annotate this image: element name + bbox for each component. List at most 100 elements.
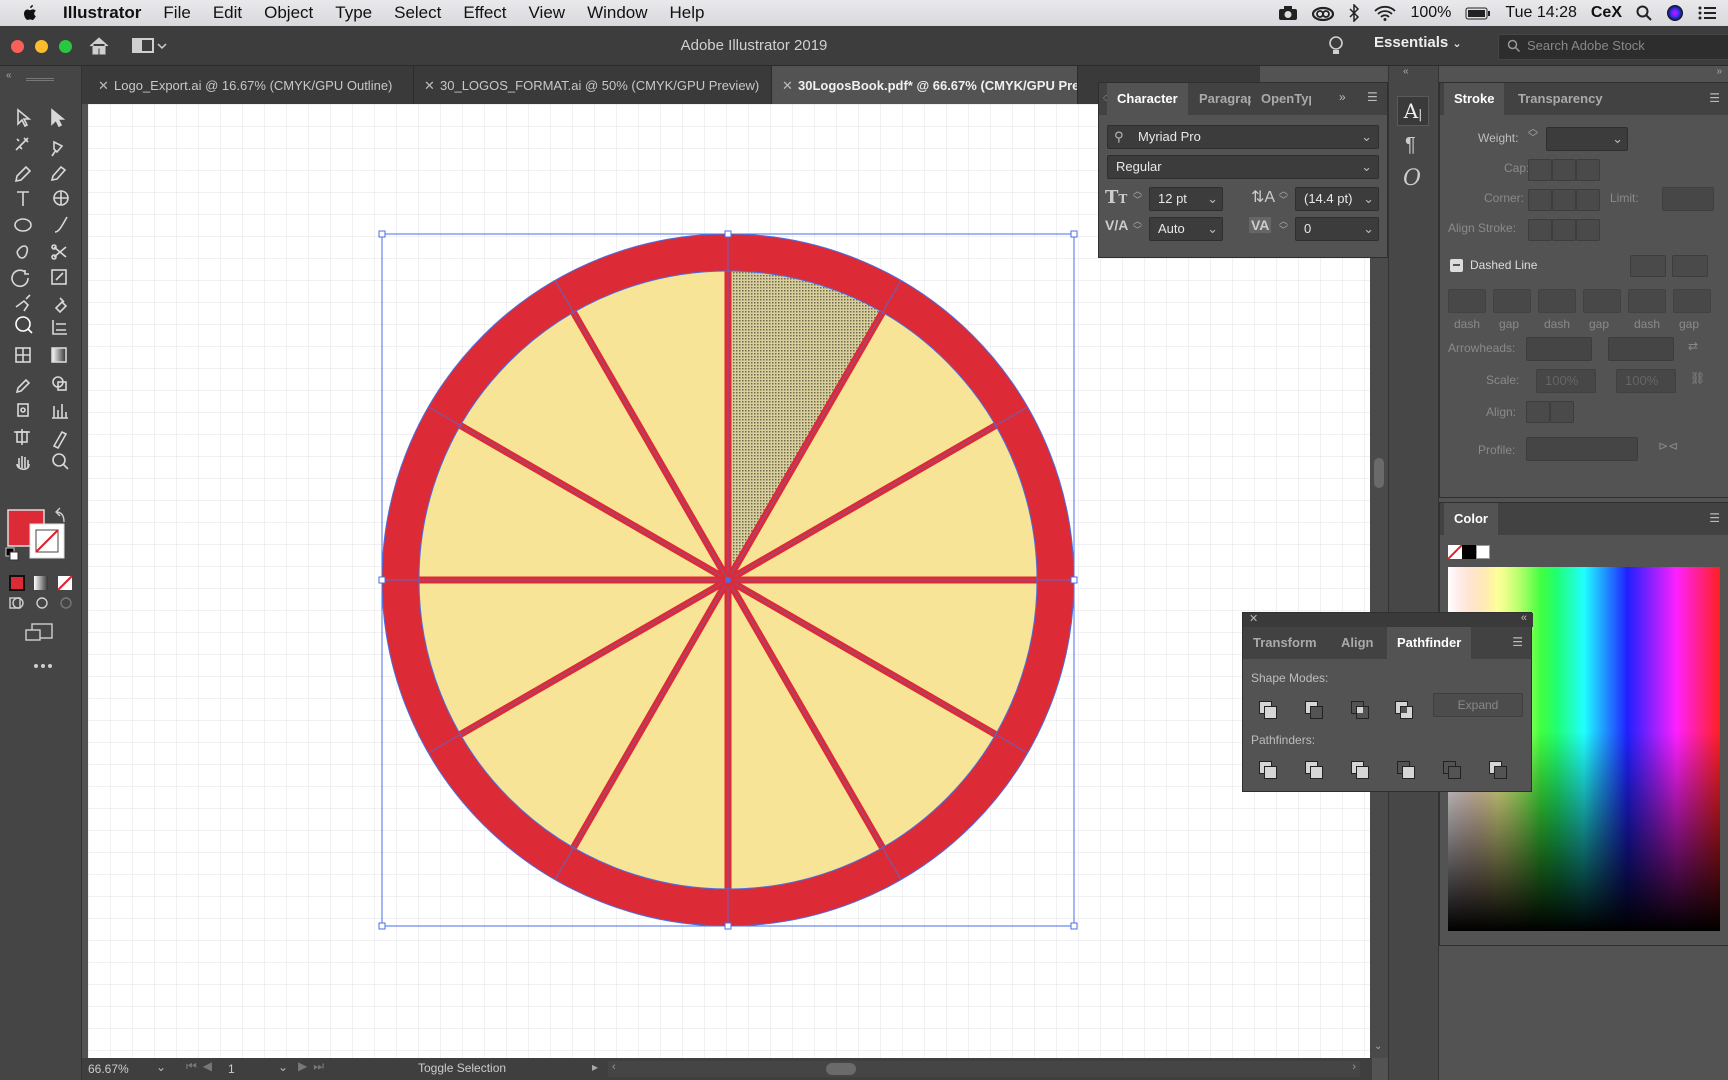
scroll-down-icon[interactable]: ⌄ [1374,1041,1382,1052]
arrow-tip-place-button[interactable] [1550,401,1574,423]
profile-select[interactable] [1526,437,1638,461]
butt-cap-button[interactable] [1528,159,1552,181]
battery-icon[interactable] [1465,7,1491,20]
dashed-line-checkbox[interactable] [1450,259,1463,272]
menu-window[interactable]: Window [576,3,658,23]
minus-back-button[interactable] [1487,759,1507,779]
unite-button[interactable] [1257,699,1277,719]
opentype-panel-icon[interactable]: O [1403,166,1421,191]
menu-edit[interactable]: Edit [202,3,253,23]
round-join-button[interactable] [1552,189,1576,211]
scroll-thumb[interactable] [1374,458,1384,488]
bounding-box-handle[interactable] [378,922,386,930]
workspace-switcher[interactable]: Essentials ⌄ [1374,34,1462,51]
font-style-select[interactable]: Regular ⌄ [1107,155,1379,179]
black-swatch[interactable] [1462,545,1476,559]
horizontal-scrollbar[interactable]: ‹ › [608,1061,1360,1077]
menu-type[interactable]: Type [324,3,383,23]
collapse-panel-icon[interactable]: « [6,70,12,81]
panel-grip[interactable] [26,78,54,81]
tab-transparency[interactable]: Transparency [1518,83,1603,115]
dash-align-button[interactable] [1672,255,1708,277]
tab-transform[interactable]: Transform [1253,627,1317,659]
kerning-stepper[interactable]: ︿ ﹀ [1133,217,1142,235]
close-tab-icon[interactable]: ✕ [424,66,435,104]
discover-lightbulb-icon[interactable] [1328,35,1344,57]
tab-character[interactable]: Character [1107,83,1188,115]
arrow-tip-extend-button[interactable] [1526,401,1550,423]
leading-stepper[interactable]: ︿ ﹀ [1279,187,1288,205]
hscroll-thumb[interactable] [826,1063,856,1075]
collapse-panel-icon[interactable]: « [1521,612,1527,624]
artboard-chevron-down-icon[interactable]: ⌄ [278,1060,288,1074]
menu-help[interactable]: Help [659,3,716,23]
weight-input[interactable]: ⌄ [1546,127,1628,151]
orange-slice-artwork[interactable] [381,233,1075,927]
dash-field[interactable] [1628,289,1666,313]
weight-stepper[interactable]: ︿ ﹀ [1528,125,1538,144]
tracking-input[interactable]: 0 ⌄ [1295,217,1379,241]
gap-field[interactable] [1583,289,1621,313]
siri-icon[interactable] [1666,4,1684,22]
menu-select[interactable]: Select [383,3,452,23]
arrow-end-scale[interactable]: 100% [1616,369,1676,393]
wifi-icon[interactable] [1374,5,1397,21]
trim-button[interactable] [1303,759,1323,779]
bounding-box-handle[interactable] [1070,230,1078,238]
miter-join-button[interactable] [1528,189,1552,211]
projecting-cap-button[interactable] [1576,159,1600,181]
panel-title-bar[interactable]: ✕ « [1243,612,1533,627]
menu-file[interactable]: File [152,3,201,23]
spotlight-icon[interactable] [1636,5,1652,21]
expand-dock-icon[interactable]: « [1403,66,1409,77]
white-swatch[interactable] [1476,545,1490,559]
tab-pathfinder[interactable]: Pathfinder [1387,627,1472,659]
gap-field[interactable] [1493,289,1531,313]
menu-effect[interactable]: Effect [452,3,517,23]
tab-stroke[interactable]: Stroke [1444,83,1505,115]
more-tabs-icon[interactable]: » [1339,90,1346,104]
font-size-input[interactable]: 12 pt ⌄ [1149,187,1223,211]
bounding-box-handle[interactable] [378,576,386,584]
menubar-user[interactable]: CeX [1591,4,1622,22]
font-family-select[interactable]: ⚲ Myriad Pro ⌄ [1107,125,1379,149]
panel-menu-icon[interactable]: ☰ [1367,90,1378,104]
panel-menu-icon[interactable]: ☰ [1709,511,1720,525]
exclude-button[interactable] [1393,699,1413,719]
flip-profile-icon[interactable]: ⊳⊲ [1658,439,1678,453]
align-inside-button[interactable] [1552,219,1576,241]
search-adobe-stock-input[interactable]: Search Adobe Stock [1498,34,1728,60]
merge-button[interactable] [1349,759,1369,779]
align-center-button[interactable] [1528,219,1552,241]
collapse-dock-icon[interactable]: » [1716,66,1722,77]
dash-field[interactable] [1448,289,1486,313]
limit-input[interactable] [1662,187,1714,211]
status-menu-arrow-icon[interactable]: ▸ [592,1060,598,1074]
none-swatch[interactable] [1447,544,1463,560]
tab-align[interactable]: Align [1341,627,1374,659]
first-prev-artboard-icon[interactable]: ⏮◀ [186,1059,218,1074]
artboard-number-field[interactable]: 1 [228,1060,264,1078]
zoom-level-field[interactable]: 66.67% [88,1060,148,1078]
next-last-artboard-icon[interactable]: ▶⏭ [298,1059,330,1074]
menubar-clock[interactable]: Tue 14:28 [1505,4,1576,22]
bounding-box-handle[interactable] [1070,576,1078,584]
leading-input[interactable]: (14.4 pt) ⌄ [1295,187,1379,211]
status-message[interactable]: Toggle Selection [418,1061,506,1075]
outline-button[interactable] [1441,759,1461,779]
paragraph-panel-icon[interactable]: ¶ [1405,134,1416,157]
gap-field[interactable] [1673,289,1711,313]
scroll-left-icon[interactable]: ‹ [612,1061,616,1073]
align-outside-button[interactable] [1576,219,1600,241]
bounding-box-handle[interactable] [724,922,732,930]
tab-logo-export[interactable]: ✕ Logo_Export.ai @ 16.67% (CMYK/GPU Outli… [88,66,414,104]
expand-button[interactable]: Expand [1433,693,1523,717]
bounding-box-handle[interactable] [378,230,386,238]
crop-button[interactable] [1395,759,1415,779]
swap-arrowheads-icon[interactable]: ⇄ [1688,339,1698,353]
intersect-button[interactable] [1349,699,1369,719]
arrowhead-end-select[interactable] [1608,337,1674,361]
tracking-stepper[interactable]: ︿ ﹀ [1279,217,1288,235]
notification-center-icon[interactable] [1698,6,1716,20]
zoom-chevron-down-icon[interactable]: ⌄ [156,1060,166,1074]
